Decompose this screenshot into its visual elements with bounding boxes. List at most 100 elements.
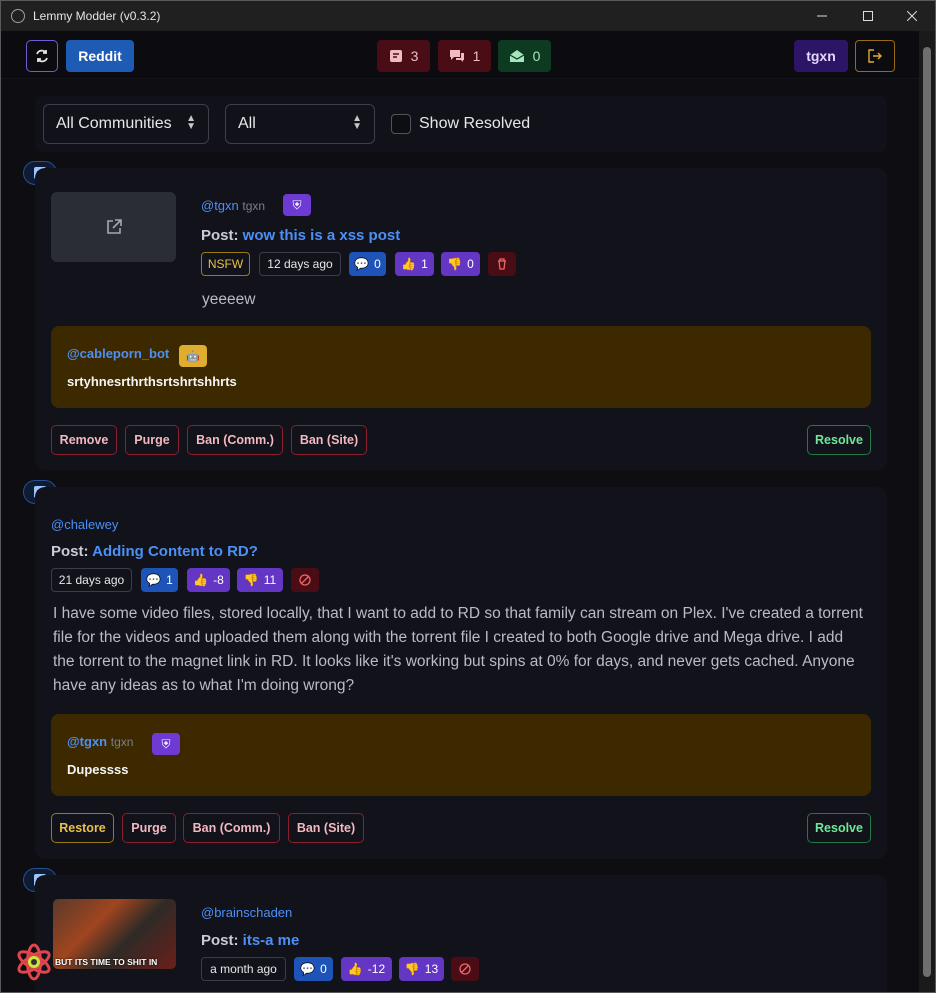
bot-icon: 🤖	[179, 345, 207, 367]
reporter-name[interactable]: @cableporn_bot	[67, 346, 169, 361]
moderator-shield-icon: ⛨	[152, 733, 180, 755]
post-author[interactable]: @chalewey	[51, 517, 118, 532]
logout-button[interactable]	[855, 40, 895, 72]
image-caption: BUT ITS TIME TO SHIT IN	[55, 957, 158, 967]
delete-post-button[interactable]	[488, 252, 516, 276]
maximize-icon[interactable]	[845, 1, 891, 31]
post-title: Post: its-a me	[201, 932, 300, 949]
report-card: @tgxn tgxn ⛨ Post: wow this is a xss pos…	[35, 168, 887, 470]
ban-community-button[interactable]: Ban (Comm.)	[183, 813, 280, 843]
purge-button[interactable]: Purge	[125, 425, 179, 455]
post-date: 12 days ago	[259, 252, 341, 276]
reporter-tag: tgxn	[110, 735, 134, 749]
post-title-link[interactable]: wow this is a xss post	[243, 227, 401, 244]
post-title: Post: wow this is a xss post	[201, 227, 401, 244]
type-select[interactable]: All ▲ ▼	[225, 104, 375, 144]
purge-button[interactable]: Purge	[122, 813, 176, 843]
community-select[interactable]: All Communities ▲ ▼	[43, 104, 209, 144]
post-body: yeeeew	[202, 291, 256, 308]
report-reason: srtyhnesrthrthsrtshrtshhrts	[67, 374, 237, 389]
nsfw-badge: NSFW	[201, 252, 250, 276]
resolve-button[interactable]: Resolve	[807, 425, 871, 455]
post-body: I have some video files, stored locally,…	[53, 605, 863, 694]
thumbs-down-icon: 👎	[447, 257, 463, 271]
post-title: Post: Adding Content to RD?	[51, 543, 258, 560]
post-date: a month ago	[201, 957, 286, 981]
app-window: Lemmy Modder (v0.3.2) Reddit 3 1 0 tgxn …	[0, 0, 936, 993]
restore-button[interactable]: Restore	[51, 813, 114, 843]
reporter-name[interactable]: @tgxn tgxn	[67, 734, 133, 749]
messages-count-button[interactable]: 0	[498, 40, 551, 72]
window-title: Lemmy Modder (v0.3.2)	[33, 9, 161, 23]
post-thumbnail[interactable]: BUT ITS TIME TO SHIT IN	[53, 899, 176, 969]
post-author[interactable]: @brainschaden	[201, 905, 292, 920]
comments-count: 💬 0	[294, 957, 333, 981]
reports-count-button[interactable]: 3	[377, 40, 430, 72]
scrollbar-thumb[interactable]	[923, 47, 931, 977]
comment-icon: 💬	[146, 573, 162, 587]
resolve-button[interactable]: Resolve	[807, 813, 871, 843]
refresh-icon	[36, 49, 48, 63]
report-reason-box: @cableporn_bot 🤖 srtyhnesrthrthsrtshrtsh…	[51, 326, 871, 408]
downvotes-count: 👎 0	[441, 252, 480, 276]
report-reason-box: @tgxn tgxn ⛨ Dupessss	[51, 714, 871, 796]
comment-icon: 💬	[300, 962, 316, 976]
comment-reports-count-button[interactable]: 1	[438, 40, 491, 72]
remove-button[interactable]: Remove	[51, 425, 117, 455]
post-thumbnail[interactable]	[51, 192, 176, 262]
post-author[interactable]: @tgxn tgxn	[201, 198, 265, 213]
external-link-icon	[106, 219, 122, 234]
type-select-value: All	[238, 115, 256, 132]
ban-icon	[459, 963, 471, 975]
report-card: BUT ITS TIME TO SHIT IN @brainschaden Po…	[35, 875, 887, 992]
comment-icon: 💬	[354, 257, 370, 271]
reports-count: 3	[410, 48, 419, 64]
upvotes-count: 👍 -8	[187, 568, 230, 592]
mail-icon	[509, 50, 524, 62]
messages-count: 0	[532, 48, 541, 64]
post-title-link[interactable]: Adding Content to RD?	[92, 543, 258, 560]
comment-icon	[449, 50, 464, 62]
downvotes-count: 👎 11	[237, 568, 283, 592]
logout-icon	[868, 49, 882, 63]
close-icon[interactable]	[889, 1, 935, 31]
downvotes-count: 👎 13	[399, 957, 444, 981]
react-devtools-icon[interactable]	[15, 943, 53, 981]
thumbs-up-icon: 👍	[347, 962, 363, 976]
thumbs-down-icon: 👎	[243, 573, 259, 587]
refresh-button[interactable]	[26, 40, 58, 72]
post-date: 21 days ago	[51, 568, 132, 592]
thumbs-up-icon: 👍	[401, 257, 417, 271]
upvotes-count: 👍 -12	[341, 957, 392, 981]
trash-icon	[498, 258, 506, 270]
user-menu-button[interactable]: tgxn	[794, 40, 848, 72]
ban-community-button[interactable]: Ban (Comm.)	[187, 425, 283, 455]
post-title-link[interactable]: its-a me	[243, 932, 300, 949]
scrollbar[interactable]	[919, 31, 935, 992]
report-icon	[389, 50, 402, 62]
comment-reports-count: 1	[472, 48, 481, 64]
comments-count: 💬 0	[349, 252, 386, 276]
thumbs-down-icon: 👎	[404, 962, 420, 976]
upvotes-count: 👍 1	[395, 252, 434, 276]
show-resolved-label[interactable]: Show Resolved	[419, 115, 530, 133]
author-tag: tgxn	[242, 199, 266, 213]
ban-site-button[interactable]: Ban (Site)	[288, 813, 364, 843]
ban-icon	[299, 574, 311, 586]
show-resolved-checkbox[interactable]	[391, 114, 411, 134]
chevron-updown-icon: ▲ ▼	[352, 113, 362, 132]
chevron-updown-icon: ▲ ▼	[186, 113, 196, 132]
title-bar: Lemmy Modder (v0.3.2)	[1, 1, 935, 31]
report-reason: Dupessss	[67, 762, 129, 777]
moderator-shield-icon: ⛨	[283, 194, 311, 216]
ban-site-button[interactable]: Ban (Site)	[291, 425, 367, 455]
reddit-toggle-button[interactable]: Reddit	[66, 40, 134, 72]
community-select-value: All Communities	[56, 115, 172, 132]
comments-count: 💬 1	[141, 568, 178, 592]
filter-bar: All Communities ▲ ▼ All ▲ ▼ Show Resolved	[35, 96, 887, 152]
report-card: @chalewey Post: Adding Content to RD? 21…	[35, 487, 887, 859]
ban-icon-button[interactable]	[291, 568, 319, 592]
minimize-icon[interactable]	[799, 1, 845, 31]
ban-icon-button[interactable]	[451, 957, 479, 981]
app-icon	[11, 9, 25, 23]
